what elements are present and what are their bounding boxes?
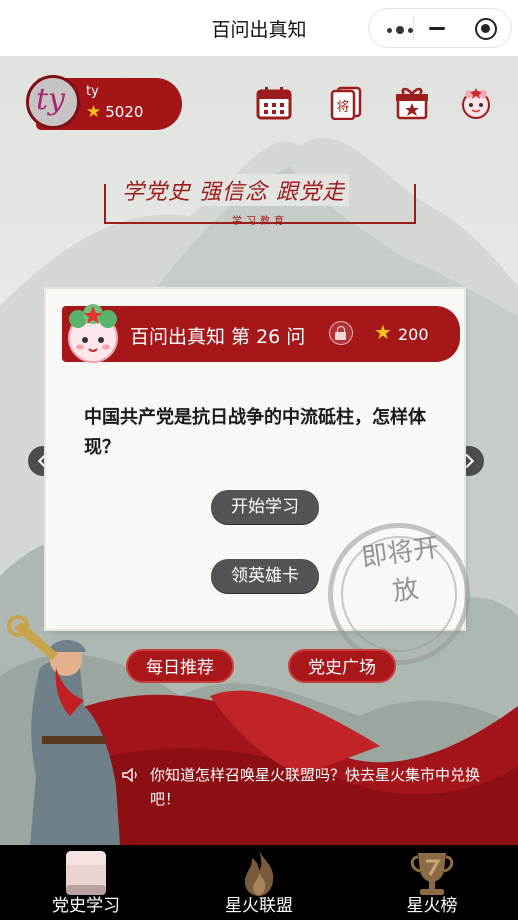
trophy-icon xyxy=(410,853,454,895)
mascot-icon xyxy=(68,304,118,363)
start-learning-button[interactable]: 开始学习 xyxy=(208,490,322,526)
gift-icon[interactable] xyxy=(394,86,430,120)
hero-card-button[interactable]: 领英雄卡 xyxy=(208,559,322,595)
username: ty xyxy=(86,84,99,99)
party-history-plaza-button[interactable]: 党史广场 xyxy=(288,649,396,683)
reward-count: 200 xyxy=(398,325,429,344)
close-target-icon[interactable] xyxy=(475,18,497,40)
notice-bar[interactable]: 你知道怎样召唤星火联盟吗？快去星火集市中兑换吧！ xyxy=(122,763,502,811)
more-options-icon[interactable] xyxy=(387,26,413,34)
tab-spark-leaderboard[interactable]: 星火榜 xyxy=(346,845,518,920)
notice-text: 你知道怎样召唤星火联盟吗？快去星火集市中兑换吧！ xyxy=(150,766,481,808)
tab-label: 星火榜 xyxy=(406,896,458,916)
star-balance: ★ 5020 xyxy=(86,103,143,121)
cards-icon[interactable]: 将 xyxy=(328,86,364,120)
quiz-banner-title: 百问出真知 第 26 问 xyxy=(130,326,306,348)
mini-program-nav-bar: 百问出真知 xyxy=(0,0,518,56)
avatar[interactable]: ty xyxy=(26,75,80,129)
daily-recommend-button[interactable]: 每日推荐 xyxy=(126,649,234,683)
question-text: 中国共产党是抗日战争的中流砥柱，怎样体现？ xyxy=(84,407,426,458)
bottom-tab-bar: 党史学习 星火联盟 星火榜 xyxy=(0,845,518,920)
slogan-text: 学党史 强信念 跟党走 xyxy=(118,174,349,206)
tab-party-history-study[interactable]: 党史学习 xyxy=(0,845,172,920)
tab-label: 星火联盟 xyxy=(225,896,293,916)
slogan-banner: 学党史 强信念 跟党走 学习教育 xyxy=(104,174,416,236)
flame-icon xyxy=(244,851,274,896)
calendar-icon[interactable] xyxy=(256,86,292,120)
tab-label: 党史学习 xyxy=(52,896,120,916)
speaker-icon xyxy=(122,768,137,782)
capsule-menu xyxy=(368,8,512,48)
capsule-divider xyxy=(413,18,414,40)
slogan-subtitle: 学习教育 xyxy=(232,216,288,227)
mascot-profile-icon[interactable] xyxy=(458,86,494,120)
reward-star-icon: ★ xyxy=(374,320,392,344)
coming-soon-text: 即将开放 xyxy=(359,532,442,608)
tab-spark-alliance[interactable]: 星火联盟 xyxy=(173,845,345,920)
minimize-icon[interactable] xyxy=(429,27,445,30)
star-icon: ★ xyxy=(86,101,102,122)
svg-text:将: 将 xyxy=(336,100,349,115)
lock-icon xyxy=(329,321,353,345)
home-scene: ty ty ★ 5020 将 学党史 强信念 跟党走 学习教育 百问出真知 第 … xyxy=(0,56,518,845)
star-count: 5020 xyxy=(105,103,144,121)
book-icon xyxy=(66,851,106,895)
